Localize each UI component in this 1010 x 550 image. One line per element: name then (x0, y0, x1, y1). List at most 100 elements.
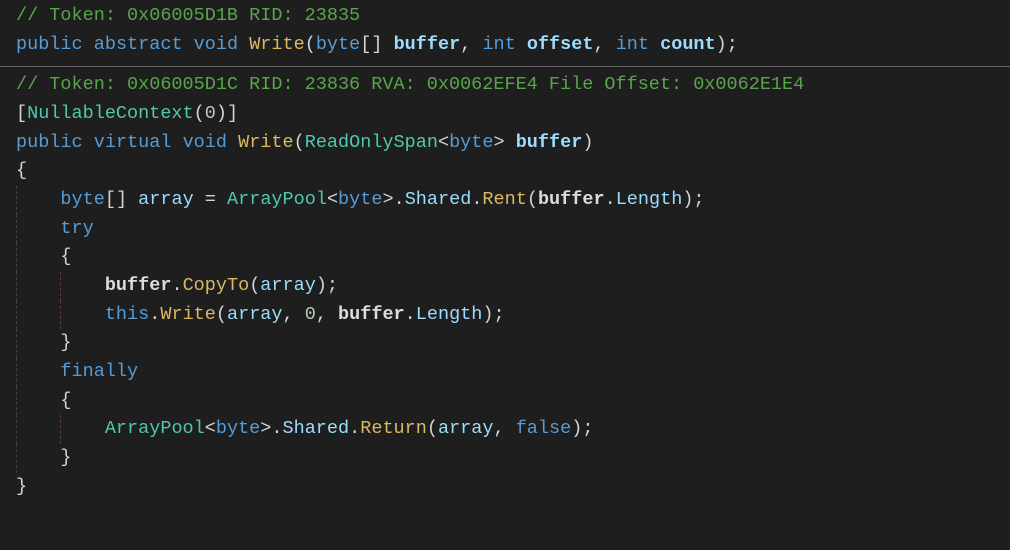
array-brackets: [] (360, 34, 382, 55)
attribute-name: NullableContext (27, 103, 194, 124)
param-buffer: buffer (105, 275, 172, 296)
comma: , (283, 304, 294, 325)
paren-close: ) (716, 34, 727, 55)
semicolon: ; (693, 189, 704, 210)
property-shared: Shared (405, 189, 472, 210)
angle-close: > (493, 132, 504, 153)
dot: . (471, 189, 482, 210)
keyword-false: false (516, 418, 572, 439)
local-var: array (260, 275, 316, 296)
paren-open: ( (527, 189, 538, 210)
brace-open: { (60, 390, 71, 411)
bracket-close: ] (227, 103, 238, 124)
type-byte: byte (60, 189, 104, 210)
dot: . (271, 418, 282, 439)
dot: . (605, 189, 616, 210)
local-var: array (227, 304, 283, 325)
keyword-virtual: virtual (94, 132, 172, 153)
keyword-finally: finally (60, 361, 138, 382)
keyword-void: void (194, 34, 238, 55)
keyword-try: try (60, 218, 93, 239)
keyword-void: void (183, 132, 227, 153)
paren-open: ( (249, 275, 260, 296)
code-line[interactable]: { (16, 243, 1010, 272)
code-line[interactable]: } (16, 473, 1010, 502)
dot: . (394, 189, 405, 210)
keyword-public: public (16, 132, 83, 153)
code-line[interactable]: finally (16, 358, 1010, 387)
array-brackets: [] (105, 189, 127, 210)
brace-close: } (16, 476, 27, 497)
method-rent: Rent (482, 189, 526, 210)
angle-open: < (205, 418, 216, 439)
method-return: Return (360, 418, 427, 439)
property-shared: Shared (283, 418, 350, 439)
code-line[interactable]: // Token: 0x06005D1B RID: 23835 (16, 2, 1010, 31)
type-readonlyspan: ReadOnlySpan (305, 132, 438, 153)
method-write: Write (160, 304, 216, 325)
method-name: Write (249, 34, 305, 55)
paren-open: ( (427, 418, 438, 439)
type-arraypool: ArrayPool (105, 418, 205, 439)
comma: , (593, 34, 604, 55)
param-buffer: buffer (516, 132, 583, 153)
param-buffer: buffer (338, 304, 405, 325)
param-buffer: buffer (394, 34, 461, 55)
local-var: array (138, 189, 194, 210)
paren-close: ) (216, 103, 227, 124)
param-count: count (660, 34, 716, 55)
code-line[interactable]: public virtual void Write(ReadOnlySpan<b… (16, 129, 1010, 158)
paren-open: ( (194, 103, 205, 124)
code-line[interactable]: buffer.CopyTo(array); (16, 272, 1010, 301)
type-byte: byte (216, 418, 260, 439)
paren-close: ) (316, 275, 327, 296)
paren-open: ( (294, 132, 305, 153)
paren-close: ) (482, 304, 493, 325)
comma: , (493, 418, 504, 439)
code-line[interactable]: [NullableContext(0)] (16, 100, 1010, 129)
semicolon: ; (494, 304, 505, 325)
paren-close: ) (571, 418, 582, 439)
code-line[interactable]: { (16, 387, 1010, 416)
method-copyto: CopyTo (183, 275, 250, 296)
code-line[interactable]: } (16, 329, 1010, 358)
dot: . (349, 418, 360, 439)
angle-close: > (260, 418, 271, 439)
dot: . (405, 304, 416, 325)
property-length: Length (616, 189, 683, 210)
code-line[interactable]: byte[] array = ArrayPool<byte>.Shared.Re… (16, 186, 1010, 215)
brace-open: { (16, 160, 27, 181)
keyword-public: public (16, 34, 83, 55)
type-int: int (616, 34, 649, 55)
local-var: array (438, 418, 494, 439)
type-byte: byte (449, 132, 493, 153)
property-length: Length (416, 304, 483, 325)
code-editor[interactable]: // Token: 0x06005D1B RID: 23835 public a… (0, 0, 1010, 501)
brace-close: } (60, 447, 71, 468)
brace-close: } (60, 332, 71, 353)
semicolon: ; (582, 418, 593, 439)
angle-open: < (438, 132, 449, 153)
code-line[interactable]: try (16, 215, 1010, 244)
angle-open: < (327, 189, 338, 210)
paren-open: ( (305, 34, 316, 55)
code-line[interactable]: ArrayPool<byte>.Shared.Return(array, fal… (16, 415, 1010, 444)
comma: , (316, 304, 327, 325)
brace-open: { (60, 246, 71, 267)
dot: . (171, 275, 182, 296)
type-arraypool: ArrayPool (227, 189, 327, 210)
type-byte: byte (338, 189, 382, 210)
keyword-this: this (105, 304, 149, 325)
semicolon: ; (327, 275, 338, 296)
param-offset: offset (527, 34, 594, 55)
paren-open: ( (216, 304, 227, 325)
code-line[interactable]: { (16, 157, 1010, 186)
comment-token: // Token: 0x06005D1C RID: 23836 RVA: 0x0… (16, 74, 804, 95)
dot: . (149, 304, 160, 325)
code-line[interactable]: } (16, 444, 1010, 473)
number-literal: 0 (205, 103, 216, 124)
code-line[interactable]: // Token: 0x06005D1C RID: 23836 RVA: 0x0… (16, 71, 1010, 100)
code-line[interactable]: this.Write(array, 0, buffer.Length); (16, 301, 1010, 330)
code-line[interactable]: public abstract void Write(byte[] buffer… (16, 31, 1010, 60)
equals: = (205, 189, 216, 210)
